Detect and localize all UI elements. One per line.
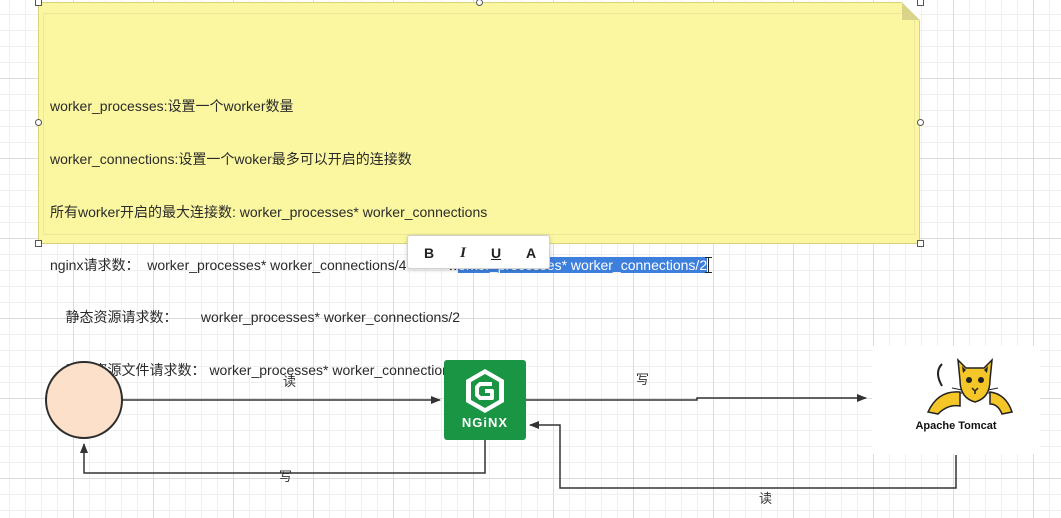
edge-label-tomcat-to-nginx: 读	[759, 491, 773, 506]
edge-label-nginx-to-tomcat: 写	[636, 372, 650, 387]
tomcat-node[interactable]: Apache Tomcat	[872, 346, 1040, 454]
edge-label-nginx-to-client: 写	[279, 469, 293, 484]
tomcat-logo-icon	[926, 357, 1013, 415]
client-node[interactable]	[45, 361, 123, 439]
edge-nginx-to-tomcat[interactable]	[526, 394, 867, 402]
edge-label-client-to-nginx: 读	[283, 374, 297, 389]
nginx-label: NGiNX	[461, 415, 509, 430]
tomcat-label: Apache Tomcat	[915, 420, 997, 432]
nginx-node[interactable]: NGiNX	[444, 360, 526, 440]
